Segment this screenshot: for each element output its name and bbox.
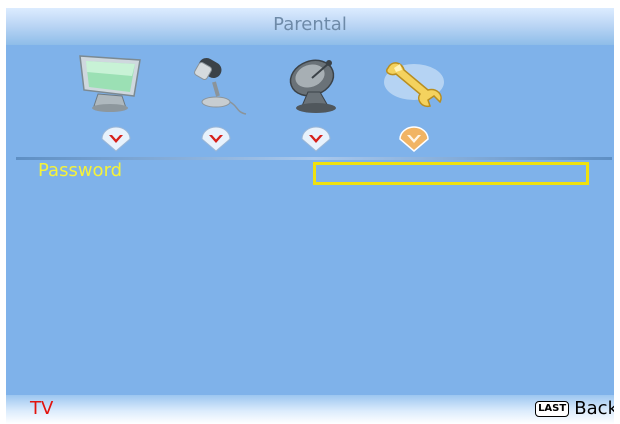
wrench-icon <box>384 62 444 108</box>
back-label: Back <box>574 398 614 419</box>
parental-menu: Parental Password TV LAST Back <box>6 8 614 424</box>
menu-tab-row <box>6 50 614 160</box>
last-key-icon: LAST <box>535 400 570 417</box>
password-field[interactable] <box>313 162 589 185</box>
tab-marker-active-icon <box>399 126 429 152</box>
tab-audio[interactable] <box>176 50 256 158</box>
satellite-dish-icon <box>289 59 336 113</box>
title-bar: Parental <box>6 8 614 45</box>
tab-picture[interactable] <box>76 50 156 158</box>
back-hint[interactable]: LAST Back <box>535 398 614 420</box>
tab-channel[interactable] <box>276 50 356 158</box>
microphone-icon <box>194 58 247 115</box>
input-source-label: TV <box>30 398 54 419</box>
tab-marker-icon <box>301 126 331 152</box>
monitor-icon <box>79 55 141 112</box>
page-title: Parental <box>273 14 347 35</box>
tab-setup[interactable] <box>374 50 454 158</box>
tab-marker-icon <box>101 126 131 152</box>
password-label: Password <box>38 160 123 181</box>
status-bar: TV LAST Back <box>6 395 614 424</box>
tab-marker-icon <box>201 126 231 152</box>
